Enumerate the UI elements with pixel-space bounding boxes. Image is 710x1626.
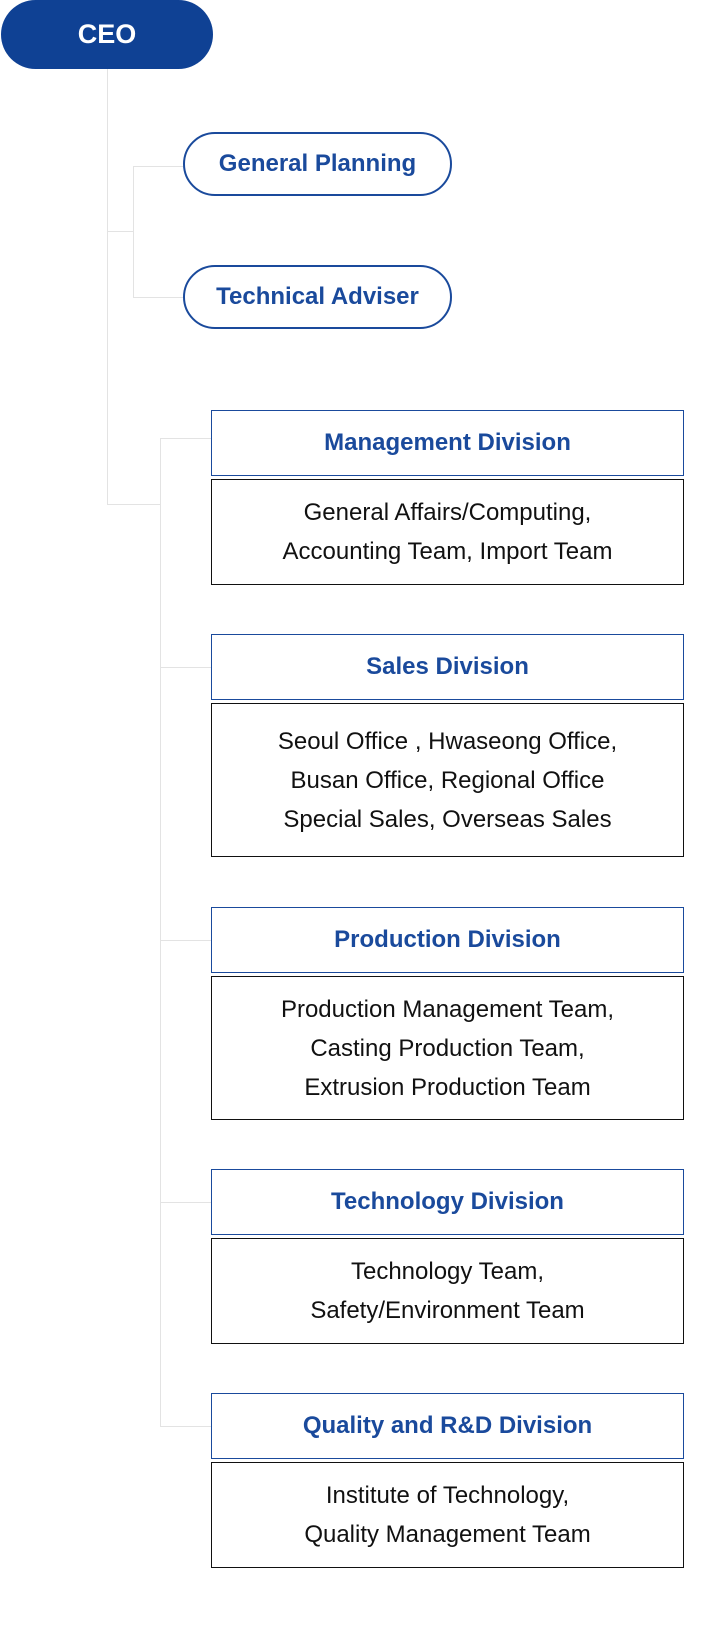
technology-division: Technology Division Technology Team, Saf… — [211, 1169, 684, 1344]
division-title: Sales Division — [211, 634, 684, 700]
division-teams: General Affairs/Computing, Accounting Te… — [211, 479, 684, 585]
division-connector-5 — [160, 1426, 211, 1427]
ceo-trunk-line — [107, 69, 108, 505]
division-connector-2 — [160, 667, 211, 668]
division-connector-1 — [160, 438, 211, 439]
team-line: Quality Management Team — [304, 1521, 591, 1548]
sales-division: Sales Division Seoul Office , Hwaseong O… — [211, 634, 684, 857]
team-line: Accounting Team, Import Team — [282, 538, 613, 565]
division-teams: Technology Team, Safety/Environment Team — [211, 1238, 684, 1344]
team-line: Casting Production Team, — [310, 1034, 585, 1062]
production-division: Production Division Production Managemen… — [211, 907, 684, 1120]
ceo-node: CEO — [1, 0, 213, 69]
technical-adviser-node: Technical Adviser — [183, 265, 452, 329]
team-line: Busan Office, Regional Office — [290, 766, 605, 794]
division-teams: Production Management Team, Casting Prod… — [211, 976, 684, 1120]
management-division: Management Division General Affairs/Comp… — [211, 410, 684, 585]
general-planning-node: General Planning — [183, 132, 452, 196]
quality-rd-division: Quality and R&D Division Institute of Te… — [211, 1393, 684, 1568]
division-vertical-line — [160, 438, 161, 1427]
division-teams: Institute of Technology, Quality Managem… — [211, 1462, 684, 1568]
staff-branch-line — [107, 231, 134, 232]
division-branch-line — [107, 504, 161, 505]
staff-vertical-line — [133, 166, 134, 298]
division-title: Management Division — [211, 410, 684, 476]
team-line: Seoul Office , Hwaseong Office, — [277, 727, 618, 755]
division-connector-4 — [160, 1202, 211, 1203]
team-line: Institute of Technology, — [325, 1482, 570, 1509]
division-teams: Seoul Office , Hwaseong Office, Busan Of… — [211, 703, 684, 857]
team-line: General Affairs/Computing, — [303, 499, 592, 526]
staff-connector-2 — [133, 297, 183, 298]
team-line: Special Sales, Overseas Sales — [283, 805, 612, 833]
team-line: Extrusion Production Team — [304, 1073, 591, 1101]
division-connector-3 — [160, 940, 211, 941]
division-title: Production Division — [211, 907, 684, 973]
team-line: Technology Team, — [350, 1258, 544, 1285]
staff-connector-1 — [133, 166, 183, 167]
division-title: Technology Division — [211, 1169, 684, 1235]
division-title: Quality and R&D Division — [211, 1393, 684, 1459]
team-line: Production Management Team, — [280, 995, 615, 1023]
team-line: Safety/Environment Team — [310, 1297, 585, 1324]
